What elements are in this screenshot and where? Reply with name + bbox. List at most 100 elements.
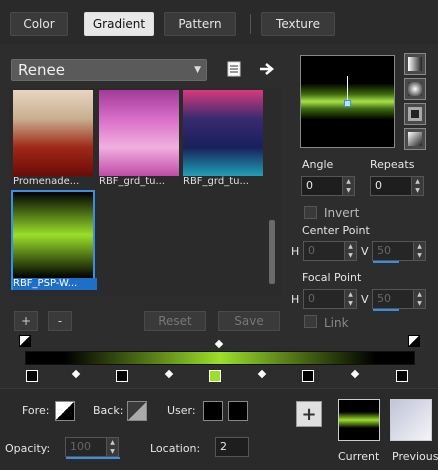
reset-button[interactable]: Reset	[144, 311, 206, 331]
center-v-label: V	[361, 245, 369, 258]
link-checkbox[interactable]	[304, 315, 317, 328]
user-label: User:	[167, 404, 196, 417]
focal-h-label: H	[291, 293, 300, 306]
location-value: 2	[220, 440, 227, 453]
add-preset-button[interactable]: +	[14, 311, 38, 331]
focal-v-label: V	[361, 293, 369, 306]
focal-v-value: 50	[377, 292, 391, 305]
gallery-scrollbar[interactable]	[266, 88, 278, 296]
chevron-down-icon: ▼	[194, 65, 201, 75]
gradient-swatch	[183, 90, 263, 176]
gradient-editor-bar[interactable]	[25, 351, 415, 365]
angle-spinbox[interactable]: 0 ▲ ▼	[301, 176, 355, 196]
plus-icon: +	[301, 403, 317, 425]
linear-gradient-icon[interactable]	[404, 53, 426, 75]
repeats-value: 0	[375, 179, 382, 192]
tab-separator	[250, 14, 251, 34]
color-midpoint-icon[interactable]	[257, 369, 267, 379]
preset-name: Promenade...	[13, 176, 80, 187]
spin-arrows-icon[interactable]: ▲ ▼	[106, 438, 118, 456]
gradient-swatch	[13, 192, 93, 278]
preset-thumbnail-selected[interactable]: RBF_PSP-W...	[11, 190, 97, 290]
center-h-value: 0	[308, 244, 315, 257]
tab-texture[interactable]: Texture	[261, 12, 335, 36]
preset-name: RBF_grd_tu...	[99, 176, 165, 187]
color-stop-icon[interactable]	[396, 370, 408, 382]
sunburst-gradient-icon[interactable]	[404, 128, 426, 150]
center-h-label: H	[291, 245, 300, 258]
invert-checkbox[interactable]	[304, 206, 317, 219]
spin-arrows-icon[interactable]: ▲ ▼	[413, 290, 425, 308]
tab-bar: Color Gradient Pattern Texture	[0, 0, 438, 44]
gradient-swatch	[13, 90, 93, 176]
current-label: Current	[338, 450, 380, 463]
color-midpoint-icon[interactable]	[350, 369, 360, 379]
spin-arrows-icon[interactable]: ▲ ▼	[411, 177, 423, 195]
center-v-level-bar	[373, 261, 399, 263]
location-label: Location:	[150, 442, 201, 455]
preset-gallery: Promenade... RBF_grd_tu... RBF_grd_tu...…	[9, 88, 281, 296]
preset-dropdown[interactable]: Renee ▼	[11, 59, 207, 81]
gradient-swatch	[99, 90, 179, 176]
arrow-right-icon[interactable]	[257, 60, 277, 78]
scrollbar-thumb[interactable]	[269, 220, 275, 284]
preset-dropdown-value: Renee	[18, 61, 65, 79]
color-midpoint-icon[interactable]	[164, 369, 174, 379]
link-label: Link	[324, 316, 349, 330]
remove-preset-button[interactable]: -	[48, 311, 72, 331]
spin-arrows-icon[interactable]: ▲ ▼	[344, 242, 356, 260]
user-swatch-black[interactable]	[203, 401, 223, 421]
user-swatch-black[interactable]	[228, 401, 248, 421]
repeats-label: Repeats	[370, 158, 415, 171]
focal-point-label: Focal Point	[302, 271, 362, 284]
preset-name: RBF_PSP-W...	[13, 278, 97, 290]
back-swatch-icon[interactable]	[127, 401, 147, 421]
tab-color[interactable]: Color	[10, 12, 68, 36]
opacity-level-bar	[66, 457, 120, 459]
fore-label: Fore:	[22, 404, 50, 417]
preset-thumbnail[interactable]: RBF_grd_tu...	[99, 90, 179, 187]
new-document-icon[interactable]	[225, 60, 243, 78]
focal-v-level-bar	[373, 309, 399, 311]
color-stop-selected-icon[interactable]	[209, 370, 221, 382]
preset-thumbnail[interactable]: RBF_grd_tu...	[183, 90, 263, 187]
radial-gradient-icon[interactable]	[404, 78, 426, 100]
center-point-label: Center Point	[302, 224, 370, 237]
add-swatch-button[interactable]: +	[296, 401, 322, 427]
opacity-spinbox[interactable]: 100 ▲ ▼	[65, 437, 120, 459]
focal-h-spinbox[interactable]: 0 ▲ ▼	[303, 289, 357, 309]
material-properties-panel: Color Gradient Pattern Texture Renee ▼ P…	[0, 0, 438, 470]
fore-swatch-icon[interactable]	[55, 401, 75, 421]
angle-value: 0	[306, 179, 313, 192]
color-stop-icon[interactable]	[116, 370, 128, 382]
opacity-stop-left-icon[interactable]	[19, 335, 31, 347]
gradient-preview[interactable]	[300, 55, 395, 148]
spin-arrows-icon[interactable]: ▲ ▼	[344, 290, 356, 308]
center-v-value: 50	[377, 244, 391, 257]
spin-arrows-icon[interactable]: ▲ ▼	[342, 177, 354, 195]
preset-name: RBF_grd_tu...	[183, 176, 249, 187]
color-stop-icon[interactable]	[302, 370, 314, 382]
current-material-swatch[interactable]	[338, 399, 380, 441]
tab-gradient[interactable]: Gradient	[84, 12, 154, 36]
repeats-spinbox[interactable]: 0 ▲ ▼	[370, 176, 424, 196]
tab-pattern[interactable]: Pattern	[164, 12, 236, 36]
center-v-spinbox[interactable]: 50 ▲ ▼	[372, 241, 426, 263]
rectangular-gradient-icon[interactable]	[404, 103, 426, 125]
color-stop-icon[interactable]	[26, 370, 38, 382]
preset-thumbnail[interactable]: Promenade...	[13, 90, 93, 187]
spin-arrows-icon[interactable]: ▲ ▼	[413, 242, 425, 260]
focal-h-value: 0	[308, 292, 315, 305]
opacity-midpoint-icon[interactable]	[214, 339, 224, 349]
color-midpoint-icon[interactable]	[71, 369, 81, 379]
save-button[interactable]: Save	[218, 311, 280, 331]
previous-material-swatch[interactable]	[390, 399, 432, 441]
focal-v-spinbox[interactable]: 50 ▲ ▼	[372, 289, 426, 311]
center-handle-icon[interactable]	[344, 100, 351, 107]
angle-handle-line	[347, 76, 348, 102]
opacity-stop-right-icon[interactable]	[408, 335, 420, 347]
location-input[interactable]: 2	[215, 437, 249, 457]
center-h-spinbox[interactable]: 0 ▲ ▼	[303, 241, 357, 261]
previous-label: Previous	[392, 450, 438, 463]
footer-panel: Fore: Back: User: Opacity: 100 ▲ ▼ Locati…	[0, 388, 438, 470]
